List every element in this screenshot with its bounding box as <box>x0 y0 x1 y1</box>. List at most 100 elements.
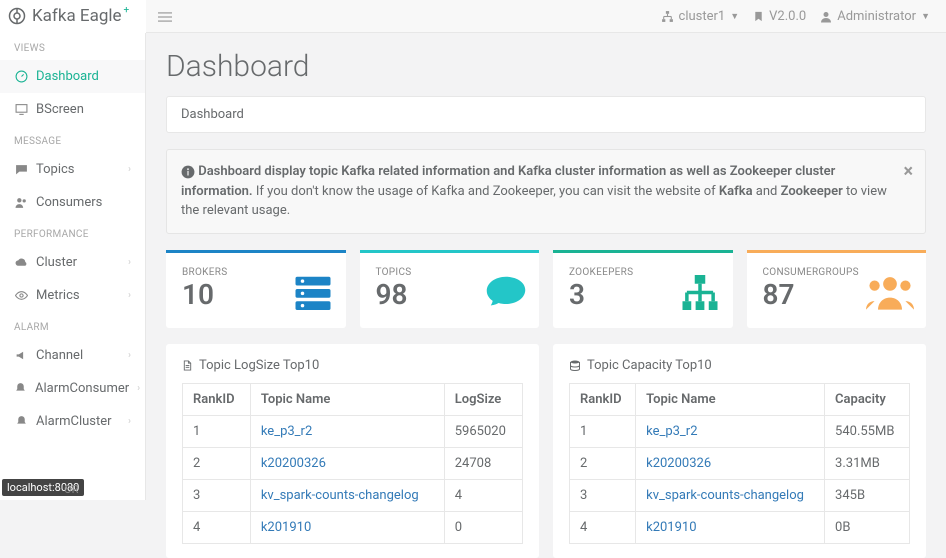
sidebar-item-alarmcluster[interactable]: AlarmCluster › <box>0 405 145 438</box>
capacity-table-title: Topic Capacity Top10 <box>569 358 910 373</box>
cell-rankid: 1 <box>570 415 636 447</box>
brand-logo-icon <box>8 7 26 25</box>
alert-text-2: and <box>753 184 781 199</box>
cell-capacity: 3.31MB <box>825 447 910 479</box>
cell-capacity: 540.55MB <box>825 415 910 447</box>
stat-card-consumergroups[interactable]: CONSUMERGROUPS 87 <box>747 250 927 328</box>
cell-topicname: ke_p3_r2 <box>250 415 444 447</box>
bullhorn-icon <box>14 348 28 363</box>
info-icon <box>181 164 195 179</box>
sidebar-item-label: AlarmCluster <box>36 414 112 429</box>
topic-link[interactable]: kv_spark-counts-changelog <box>646 488 804 503</box>
sidebar-item-topics[interactable]: Topics › <box>0 153 145 186</box>
bookmark-icon <box>753 9 764 24</box>
capacity-table-card: Topic Capacity Top10 RankID Topic Name C… <box>553 344 926 558</box>
stat-card-brokers[interactable]: BROKERS 10 <box>166 250 346 328</box>
sidebar-item-bscreen[interactable]: BScreen <box>0 93 145 126</box>
sidebar-section-performance: Performance <box>0 219 145 246</box>
user-icon <box>820 9 832 24</box>
topic-link[interactable]: kv_spark-counts-changelog <box>261 488 419 503</box>
info-alert: Dashboard display topic Kafka related in… <box>166 149 926 234</box>
column-header-rankid: RankID <box>183 383 251 415</box>
alert-text-1: If you don't know the usage of Kafka and… <box>253 184 719 199</box>
or-label: OR <box>64 483 78 496</box>
chevron-right-icon: › <box>128 164 131 175</box>
cell-logsize: 0 <box>444 511 522 543</box>
table-row: 4 k201910 0 <box>183 511 523 543</box>
table-row: 1 ke_p3_r2 540.55MB <box>570 415 910 447</box>
brand-name: Kafka Eagle <box>32 6 122 26</box>
sidebar-section-alarm: Alarm <box>0 312 145 339</box>
sidebar-section-views: Views <box>0 33 145 60</box>
table-row: 3kv_spark-counts-changelog4 <box>183 479 523 511</box>
table-title-text: Topic Capacity Top10 <box>587 358 712 373</box>
cell-topicname: kv_spark-counts-changelog <box>250 479 444 511</box>
topic-link[interactable]: ke_p3_r2 <box>646 424 697 439</box>
logsize-table-title: Topic LogSize Top10 <box>182 358 523 373</box>
table-row: 2 k20200326 24708 <box>183 447 523 479</box>
sidebar-item-consumers[interactable]: Consumers <box>0 186 145 219</box>
cluster-dropdown[interactable]: cluster1 ▼ <box>661 9 740 24</box>
sitemap-icon <box>661 9 674 24</box>
chevron-right-icon: › <box>137 383 140 394</box>
capacity-table: RankID Topic Name Capacity 1ke_p3_r2540.… <box>569 383 910 544</box>
stat-card-zookeepers[interactable]: ZOOKEEPERS 3 <box>553 250 733 328</box>
alert-zookeeper-word: Zookeeper <box>781 184 843 199</box>
brand-sup: + <box>124 5 130 16</box>
bell-icon <box>14 414 28 429</box>
page-title: Dashboard <box>146 33 946 96</box>
table-title-text: Topic LogSize Top10 <box>199 358 319 373</box>
topic-link[interactable]: k20200326 <box>261 456 326 471</box>
sidebar-item-cluster[interactable]: Cluster › <box>0 246 145 279</box>
stat-card-topics[interactable]: TOPICS 98 <box>360 250 540 328</box>
sidebar-item-label: Dashboard <box>36 69 99 84</box>
cell-rankid: 3 <box>570 479 636 511</box>
version-label: V2.0.0 <box>769 9 806 24</box>
topic-link[interactable]: k201910 <box>261 520 311 535</box>
user-dropdown[interactable]: Administrator ▼ <box>820 9 930 24</box>
sidebar-item-metrics[interactable]: Metrics › <box>0 279 145 312</box>
column-header-topicname: Topic Name <box>250 383 444 415</box>
cell-logsize: 5965020 <box>444 415 522 447</box>
sidebar-toggle-button[interactable] <box>146 7 184 25</box>
alert-close-button[interactable]: × <box>903 158 913 185</box>
cell-rankid: 4 <box>183 511 251 543</box>
chevron-right-icon: › <box>128 416 131 427</box>
brand[interactable]: Kafka Eagle + <box>0 0 146 33</box>
caret-down-icon: ▼ <box>921 11 930 22</box>
logsize-table-card: Topic LogSize Top10 RankID Topic Name Lo… <box>166 344 539 558</box>
user-label: Administrator <box>837 9 916 24</box>
cell-rankid: 1 <box>183 415 251 447</box>
sidebar-item-channel[interactable]: Channel › <box>0 339 145 372</box>
comment-icon <box>14 162 28 177</box>
users-icon <box>14 195 28 210</box>
table-row: 4k2019100B <box>570 511 910 543</box>
sidebar-item-label: Consumers <box>36 195 102 210</box>
cell-rankid: 2 <box>183 447 251 479</box>
sidebar: Views Dashboard BScreen Message Topics ›… <box>0 33 146 500</box>
alert-kafka-word: Kafka <box>719 184 753 199</box>
cell-logsize: 4 <box>444 479 522 511</box>
sidebar-item-label: AlarmConsumer <box>35 381 129 396</box>
topbar-right: cluster1 ▼ V2.0.0 Administrator ▼ <box>661 9 946 24</box>
chevron-right-icon: › <box>128 290 131 301</box>
users-icon <box>866 266 914 315</box>
stats-row: BROKERS 10 TOPICS 98 ZOOKEEPERS 3 CONSUM… <box>146 250 946 344</box>
sidebar-item-label: Metrics <box>36 288 80 303</box>
column-header-logsize: LogSize <box>444 383 522 415</box>
cell-topicname: k20200326 <box>636 447 825 479</box>
cell-topicname: k201910 <box>636 511 825 543</box>
cell-capacity: 345B <box>825 479 910 511</box>
version-link[interactable]: V2.0.0 <box>753 9 806 24</box>
cell-logsize: 24708 <box>444 447 522 479</box>
sidebar-item-alarmconsumer[interactable]: AlarmConsumer › <box>0 372 145 405</box>
logsize-table: RankID Topic Name LogSize 1 ke_p3_r2 59650… <box>182 383 523 544</box>
topic-link[interactable]: k201910 <box>646 520 696 535</box>
topic-link[interactable]: k20200326 <box>646 456 711 471</box>
table-row: 3 kv_spark-counts-changelog 345B <box>570 479 910 511</box>
sidebar-item-label: Topics <box>36 162 75 177</box>
cloud-icon <box>14 255 28 270</box>
sidebar-item-dashboard[interactable]: Dashboard <box>0 60 145 93</box>
column-header-capacity: Capacity <box>825 383 910 415</box>
topic-link[interactable]: ke_p3_r2 <box>261 424 312 439</box>
